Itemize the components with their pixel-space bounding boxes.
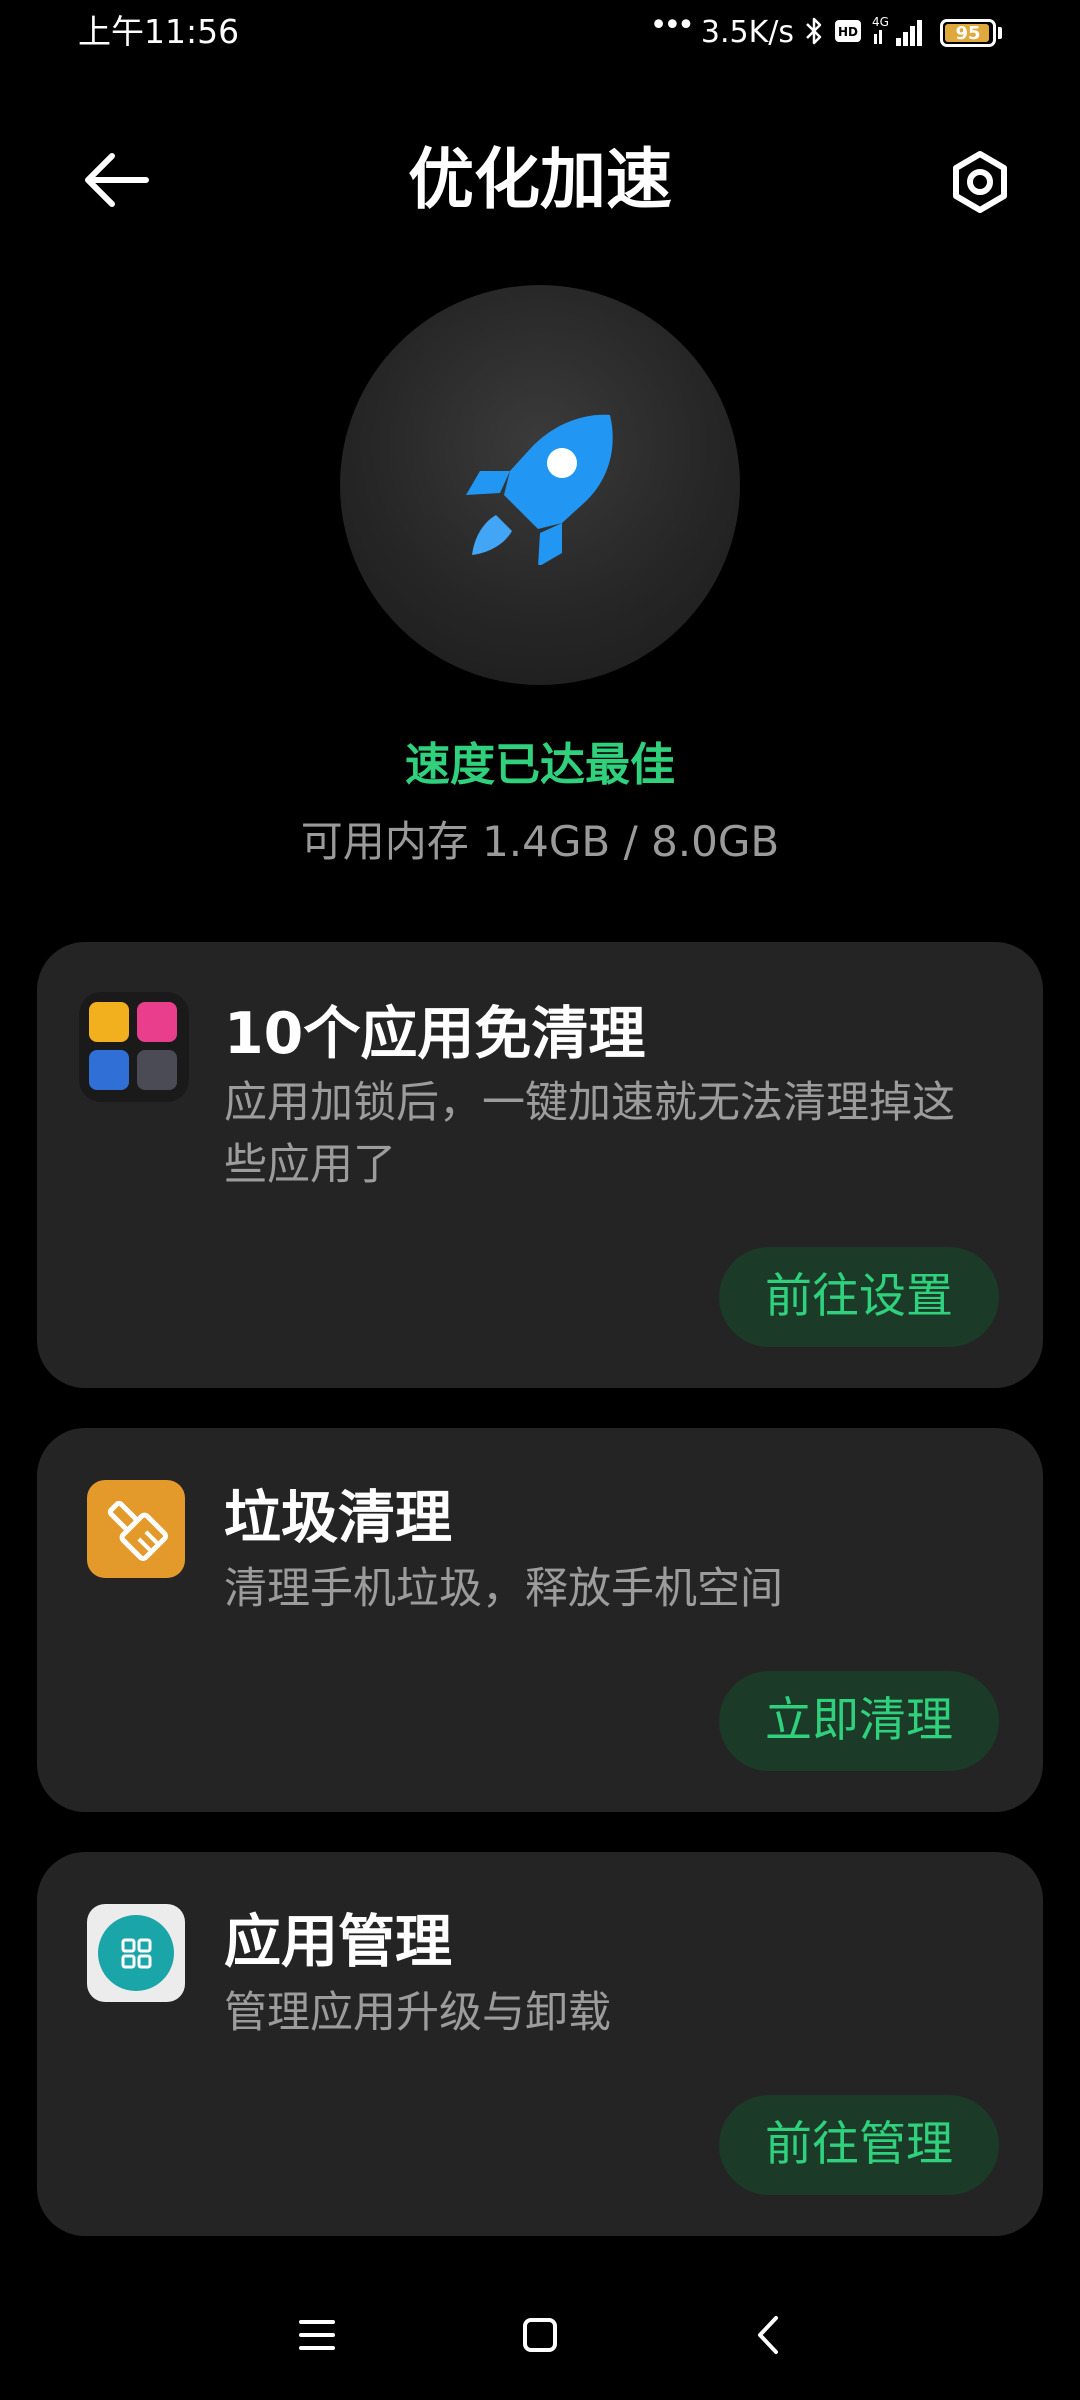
- card-description: 清理手机垃圾，释放手机空间: [224, 1564, 783, 1614]
- nav-back-button[interactable]: [738, 2310, 798, 2360]
- card-title: 10个应用免清理: [224, 1001, 646, 1067]
- app-thumb-icon: [137, 1002, 177, 1042]
- battery-cap: [998, 27, 1002, 39]
- speed-status-text: 速度已达最佳: [404, 738, 675, 791]
- clean-now-button[interactable]: 立即清理: [719, 1671, 999, 1771]
- locked-apps-card[interactable]: 10个应用免清理 应用加锁后，一键加速就无法清理掉这些应用了 前往设置: [37, 942, 1043, 1388]
- home-icon: [523, 2318, 557, 2352]
- battery-icon: 95: [940, 19, 1002, 47]
- battery-body: 95: [940, 19, 996, 47]
- cleaner-brush-icon: [87, 1480, 185, 1578]
- network-speed: 3.5K/s: [700, 15, 794, 50]
- app-manager-card[interactable]: 应用管理 管理应用升级与卸载 前往管理: [37, 1852, 1043, 2236]
- app-thumb-icon: [89, 1002, 129, 1042]
- bluetooth-icon: [804, 15, 824, 51]
- app-thumb-icon: [137, 1050, 177, 1090]
- memory-usage-text: 可用内存 1.4GB / 8.0GB: [300, 817, 780, 866]
- junk-clean-card[interactable]: 垃圾清理 清理手机垃圾，释放手机空间 立即清理: [37, 1428, 1043, 1812]
- settings-gear-icon: [953, 151, 1007, 213]
- settings-button[interactable]: [940, 142, 1020, 222]
- speed-status-circle: [340, 285, 740, 685]
- status-bar: 上午11:56 ••• 3.5K/s HD 4G 95: [0, 0, 1080, 66]
- locked-apps-grid-icon: [79, 992, 189, 1102]
- go-manage-button[interactable]: 前往管理: [719, 2095, 999, 2195]
- card-title: 垃圾清理: [224, 1485, 452, 1551]
- menu-button[interactable]: [287, 2310, 347, 2360]
- svg-text:HD: HD: [838, 25, 858, 39]
- rocket-icon: [466, 414, 613, 565]
- go-settings-button[interactable]: 前往设置: [719, 1247, 999, 1347]
- menu-icon: [299, 2320, 335, 2350]
- status-icons: ••• 3.5K/s HD 4G 95: [649, 8, 1002, 52]
- navigation-bar: [0, 2290, 1080, 2380]
- svg-text:4G: 4G: [872, 15, 889, 29]
- app-manager-icon: [87, 1904, 185, 2002]
- page-title: 优化加速: [408, 141, 672, 218]
- hd-icon: HD: [834, 17, 862, 49]
- app-thumb-icon: [89, 1050, 129, 1090]
- header: 优化加速: [0, 120, 1080, 240]
- card-description: 应用加锁后，一键加速就无法清理掉这些应用了: [224, 1078, 955, 1190]
- more-dots-icon: •••: [649, 8, 695, 43]
- status-time: 上午11:56: [78, 12, 240, 51]
- card-description: 管理应用升级与卸载: [224, 1988, 611, 2038]
- card-title: 应用管理: [224, 1909, 452, 1975]
- signal-icon: 4G: [872, 14, 930, 52]
- back-icon: [758, 2316, 778, 2354]
- home-button[interactable]: [510, 2310, 570, 2360]
- battery-level: 95: [955, 22, 981, 44]
